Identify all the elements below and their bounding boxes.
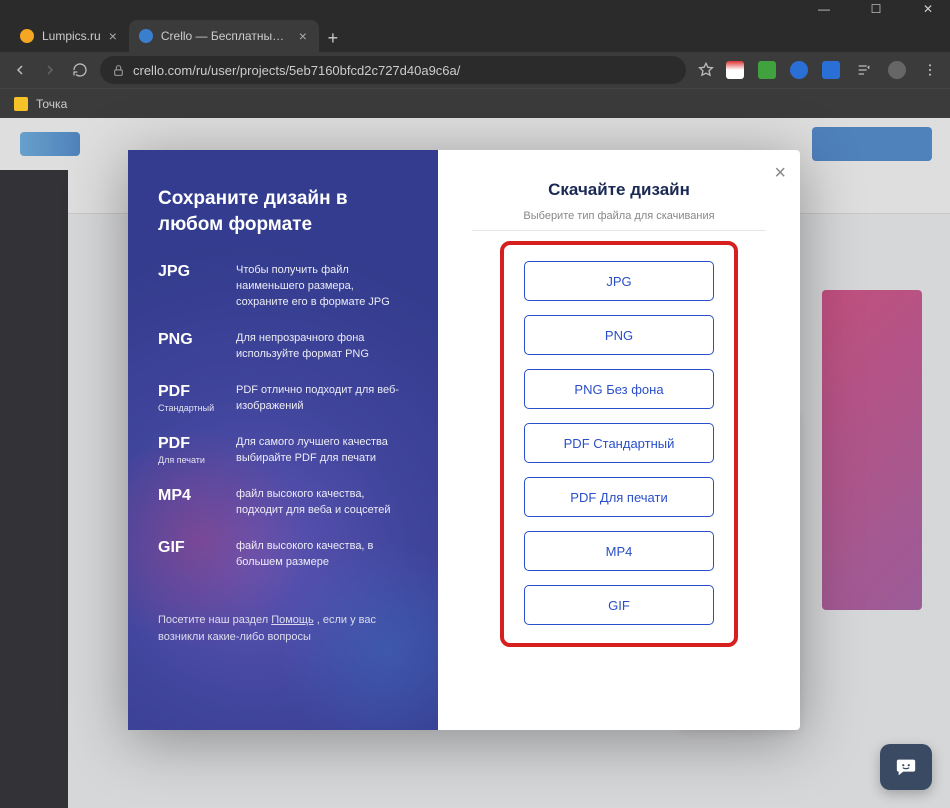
chat-widget-button[interactable]: [880, 744, 932, 790]
window-minimize-button[interactable]: —: [810, 2, 838, 16]
format-code: PNG: [158, 331, 220, 349]
format-code: MP4: [158, 487, 220, 505]
window-maximize-button[interactable]: ☐: [862, 2, 890, 16]
extension-icon[interactable]: [822, 61, 840, 79]
modal-right-heading: Скачайте дизайн: [472, 180, 766, 200]
format-desc: файл высокого качества, в большем размер…: [236, 539, 408, 571]
tab-lumpics[interactable]: Lumpics.ru ×: [10, 20, 129, 52]
format-row-png: PNG Для непрозрачного фона используйте ф…: [158, 331, 408, 363]
window-titlebar: — ☐ ✕: [0, 0, 950, 18]
format-sub: Стандартный: [158, 403, 220, 413]
format-row-jpg: JPG Чтобы получить файл наименьшего разм…: [158, 263, 408, 311]
format-code: PDF: [158, 383, 220, 401]
download-pdf-print-button[interactable]: PDF Для печати: [524, 477, 714, 517]
reading-list-icon[interactable]: [854, 60, 874, 80]
url-text: crello.com/ru/user/projects/5eb7160bfcd2…: [133, 63, 460, 78]
extension-icon[interactable]: [758, 61, 776, 79]
tab-favicon: [139, 29, 153, 43]
bookmark-item[interactable]: Точка: [36, 97, 67, 111]
modal-info-panel: Сохраните дизайн в любом формате JPG Что…: [128, 150, 438, 730]
modal-action-panel: × Скачайте дизайн Выберите тип файла для…: [438, 150, 800, 730]
download-modal: Сохраните дизайн в любом формате JPG Что…: [128, 150, 800, 730]
app-viewport: Сохраните дизайн в любом формате JPG Что…: [0, 118, 950, 808]
download-options-highlight: JPG PNG PNG Без фона PDF Стандартный PDF…: [500, 241, 738, 647]
lock-icon: [112, 64, 125, 77]
download-jpg-button[interactable]: JPG: [524, 261, 714, 301]
nav-back-button[interactable]: [10, 60, 30, 80]
format-row-pdf-standard: PDF Стандартный PDF отлично подходит для…: [158, 383, 408, 415]
url-input[interactable]: crello.com/ru/user/projects/5eb7160bfcd2…: [100, 56, 686, 84]
format-desc: Чтобы получить файл наименьшего размера,…: [236, 263, 408, 311]
profile-avatar[interactable]: [888, 61, 906, 79]
tab-strip: Lumpics.ru × Crello — Бесплатный инструм…: [0, 18, 950, 52]
modal-right-sub: Выберите тип файла для скачивания: [472, 210, 766, 231]
help-note: Посетите наш раздел Помощь , если у вас …: [158, 612, 408, 645]
format-row-gif: GIF файл высокого качества, в большем ра…: [158, 539, 408, 571]
new-tab-button[interactable]: +: [319, 24, 347, 52]
format-code: PDF: [158, 435, 220, 453]
help-link[interactable]: Помощь: [271, 614, 314, 626]
extension-icon[interactable]: [726, 61, 744, 79]
tab-close-icon[interactable]: ×: [299, 28, 307, 44]
download-gif-button[interactable]: GIF: [524, 585, 714, 625]
format-description-list: JPG Чтобы получить файл наименьшего разм…: [158, 263, 408, 570]
tab-title: Crello — Бесплатный инструмен: [161, 29, 291, 43]
modal-close-button[interactable]: ×: [774, 162, 786, 185]
tab-title: Lumpics.ru: [42, 29, 101, 43]
format-code: JPG: [158, 263, 220, 281]
download-png-button[interactable]: PNG: [524, 315, 714, 355]
download-pdf-standard-button[interactable]: PDF Стандартный: [524, 423, 714, 463]
tab-close-icon[interactable]: ×: [109, 28, 117, 44]
extension-icons: [726, 60, 940, 80]
download-mp4-button[interactable]: MP4: [524, 531, 714, 571]
chrome-menu-button[interactable]: [920, 60, 940, 80]
download-png-transparent-button[interactable]: PNG Без фона: [524, 369, 714, 409]
address-bar: crello.com/ru/user/projects/5eb7160bfcd2…: [0, 52, 950, 88]
browser-chrome: — ☐ ✕ Lumpics.ru × Crello — Бесплатный и…: [0, 0, 950, 118]
format-sub: Для печати: [158, 455, 220, 465]
format-code: GIF: [158, 539, 220, 557]
format-desc: Для непрозрачного фона используйте форма…: [236, 331, 408, 363]
format-row-mp4: MP4 файл высокого качества, подходит для…: [158, 487, 408, 519]
extension-icon[interactable]: [790, 61, 808, 79]
modal-left-heading: Сохраните дизайн в любом формате: [158, 186, 408, 237]
nav-forward-button: [40, 60, 60, 80]
format-row-pdf-print: PDF Для печати Для самого лучшего качест…: [158, 435, 408, 467]
format-desc: файл высокого качества, подходит для веб…: [236, 487, 408, 519]
tab-favicon: [20, 29, 34, 43]
bookmark-bar: Точка: [0, 88, 950, 118]
bookmark-star-icon[interactable]: [696, 60, 716, 80]
nav-reload-button[interactable]: [70, 60, 90, 80]
tab-crello[interactable]: Crello — Бесплатный инструмен ×: [129, 20, 319, 52]
format-desc: PDF отлично подходит для веб-изображений: [236, 383, 408, 415]
format-desc: Для самого лучшего качества выбирайте PD…: [236, 435, 408, 467]
bookmark-favicon: [14, 97, 28, 111]
chat-icon: [893, 756, 919, 778]
window-close-button[interactable]: ✕: [914, 2, 942, 16]
